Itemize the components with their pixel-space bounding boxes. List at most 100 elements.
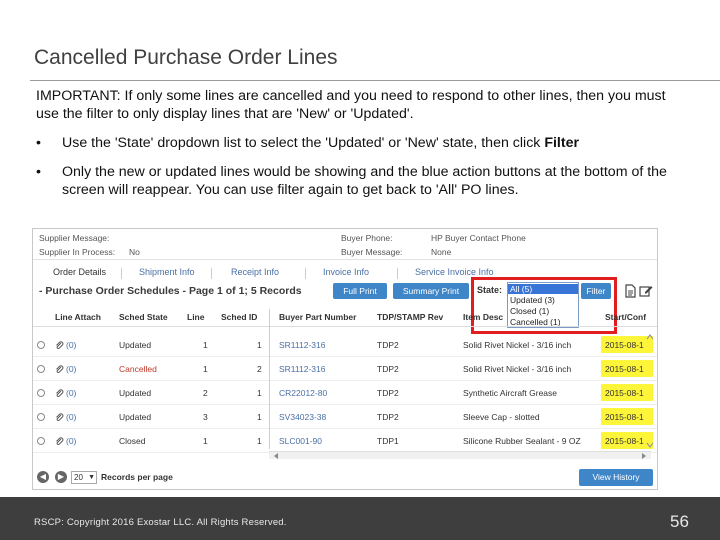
footer-copyright: RSCP: Copyright 2016 Exostar LLC. All Ri… — [34, 517, 287, 528]
cell-part[interactable]: CR22012-80 — [279, 388, 327, 398]
table-row[interactable]: (0) Closed 1 1 SLC001-90 TDP1 Silicone Rubber … — [33, 429, 657, 453]
table-row[interactable]: (0) Updated 3 1 SV34023-38 TDP2 Sleeve Cap - s… — [33, 405, 657, 429]
previous-page-icon[interactable]: ◀ — [37, 471, 49, 483]
title-divider — [30, 80, 720, 81]
page-number: 56 — [670, 512, 689, 531]
table-row[interactable]: (0) Updated 2 1 CR22012-80 TDP2 Synthetic Airc… — [33, 381, 657, 405]
col-item-desc[interactable]: Item Desc — [463, 312, 503, 322]
summary-print-button[interactable]: Summary Print — [393, 283, 469, 299]
cell-state: Updated — [119, 388, 152, 398]
info-row-1: Supplier Message: Buyer Phone: HP Buyer … — [39, 233, 639, 246]
tab-order-details[interactable]: Order Details — [53, 267, 106, 277]
records-per-page-value: 20 — [74, 473, 83, 482]
cell-desc: Silicone Rubber Sealant - 9 OZ — [463, 436, 581, 446]
row-select-radio[interactable] — [37, 437, 45, 445]
bullet-marker: • — [36, 164, 41, 180]
bullet-1-bold: Filter — [544, 135, 580, 151]
full-print-button[interactable]: Full Print — [333, 283, 387, 299]
tab-separator — [305, 268, 306, 279]
cell-desc: Sleeve Cap - slotted — [463, 412, 540, 422]
col-tdp-stamp-rev[interactable]: TDP/STAMP Rev — [377, 312, 443, 322]
records-per-page-label: Records per page — [101, 472, 173, 482]
bullet-1-text: Use the 'State' dropdown list to select … — [62, 135, 545, 151]
table-row[interactable]: (0) Cancelled 1 2 SR1112-316 TDP2 Solid Rivet … — [33, 357, 657, 381]
cell-date: 2015-08-1 — [605, 364, 644, 374]
paperclip-icon[interactable] — [55, 341, 64, 350]
col-line-attach[interactable]: Line Attach — [55, 312, 101, 322]
buyer-message-value: None — [431, 247, 452, 257]
row-select-radio[interactable] — [37, 389, 45, 397]
po-screenshot: Supplier Message: Buyer Phone: HP Buyer … — [32, 228, 658, 490]
next-page-icon[interactable]: ▶ — [55, 471, 67, 483]
supplier-in-process-label: Supplier In Process: — [39, 247, 116, 257]
row-select-radio[interactable] — [37, 413, 45, 421]
col-line[interactable]: Line — [187, 312, 204, 322]
horizontal-scrollbar[interactable] — [269, 451, 651, 459]
col-start-conf[interactable]: Start/Conf — [605, 312, 646, 322]
col-buyer-part-number[interactable]: Buyer Part Number — [279, 312, 356, 322]
tab-separator — [121, 268, 122, 279]
cell-desc: Solid Rivet Nickel - 3/16 inch — [463, 340, 572, 350]
cell-state: Updated — [119, 412, 152, 422]
tab-service-invoice-info[interactable]: Service Invoice Info — [415, 267, 494, 277]
cell-line: 1 — [203, 436, 208, 446]
cell-line: 2 — [203, 388, 208, 398]
bullet-marker: • — [36, 135, 41, 151]
cell-rev: TDP2 — [377, 412, 399, 422]
buyer-phone-label: Buyer Phone: — [341, 233, 393, 243]
cell-date: 2015-08-1 — [605, 412, 644, 422]
intro-paragraph: IMPORTANT: If only some lines are cancel… — [36, 88, 666, 122]
row-select-radio[interactable] — [37, 365, 45, 373]
tab-receipt-info[interactable]: Receipt Info — [231, 267, 279, 277]
cell-part[interactable]: SR1112-316 — [279, 340, 325, 350]
document-icon[interactable] — [623, 284, 637, 298]
tab-separator — [211, 268, 212, 279]
table-header: Line Attach Sched State Line Sched ID Bu… — [33, 309, 657, 327]
cell-date: 2015-08-1 — [605, 436, 644, 446]
attach-count-link[interactable]: (0) — [66, 388, 76, 398]
attach-count-link[interactable]: (0) — [66, 340, 76, 350]
scroll-right-icon[interactable] — [641, 453, 647, 459]
cell-part[interactable]: SR1112-316 — [279, 364, 325, 374]
col-sched-id[interactable]: Sched ID — [221, 312, 257, 322]
paperclip-icon[interactable] — [55, 413, 64, 422]
paperclip-icon[interactable] — [55, 437, 64, 446]
cell-sched-id: 1 — [257, 388, 262, 398]
records-per-page-select[interactable]: 20 ▼ — [71, 471, 97, 484]
cell-line: 1 — [203, 340, 208, 350]
vertical-scrollbar[interactable] — [645, 333, 655, 449]
attach-count-link[interactable]: (0) — [66, 436, 76, 446]
cell-sched-id: 2 — [257, 364, 262, 374]
tab-shipment-info[interactable]: Shipment Info — [139, 267, 195, 277]
frozen-column-divider — [269, 309, 270, 449]
cell-line: 1 — [203, 364, 208, 374]
paperclip-icon[interactable] — [55, 389, 64, 398]
tab-separator — [397, 268, 398, 279]
supplier-message-label: Supplier Message: — [39, 233, 110, 243]
cell-part[interactable]: SLC001-90 — [279, 436, 322, 446]
attach-count-link[interactable]: (0) — [66, 364, 76, 374]
cell-date: 2015-08-1 — [605, 388, 644, 398]
cell-state: Updated — [119, 340, 152, 350]
view-history-button[interactable]: View History — [579, 469, 653, 486]
buyer-phone-value: HP Buyer Contact Phone — [431, 233, 526, 243]
attach-count-link[interactable]: (0) — [66, 412, 76, 422]
col-sched-state[interactable]: Sched State — [119, 312, 168, 322]
paperclip-icon[interactable] — [55, 365, 64, 374]
cell-date: 2015-08-1 — [605, 340, 644, 350]
cell-rev: TDP2 — [377, 364, 399, 374]
info-divider — [33, 259, 657, 260]
cell-line: 3 — [203, 412, 208, 422]
edit-icon[interactable] — [639, 284, 653, 298]
cell-sched-id: 1 — [257, 340, 262, 350]
cell-rev: TDP2 — [377, 388, 399, 398]
scroll-left-icon[interactable] — [273, 453, 279, 459]
cell-part[interactable]: SV34023-38 — [279, 412, 326, 422]
slide-title: Cancelled Purchase Order Lines — [34, 46, 338, 69]
cell-rev: TDP2 — [377, 340, 399, 350]
table-row[interactable]: (0) Updated 1 1 SR1112-316 TDP2 Solid Rivet Ni… — [33, 333, 657, 357]
cell-desc: Synthetic Aircraft Grease — [463, 388, 558, 398]
row-select-radio[interactable] — [37, 341, 45, 349]
tab-invoice-info[interactable]: Invoice Info — [323, 267, 369, 277]
cell-sched-id: 1 — [257, 436, 262, 446]
